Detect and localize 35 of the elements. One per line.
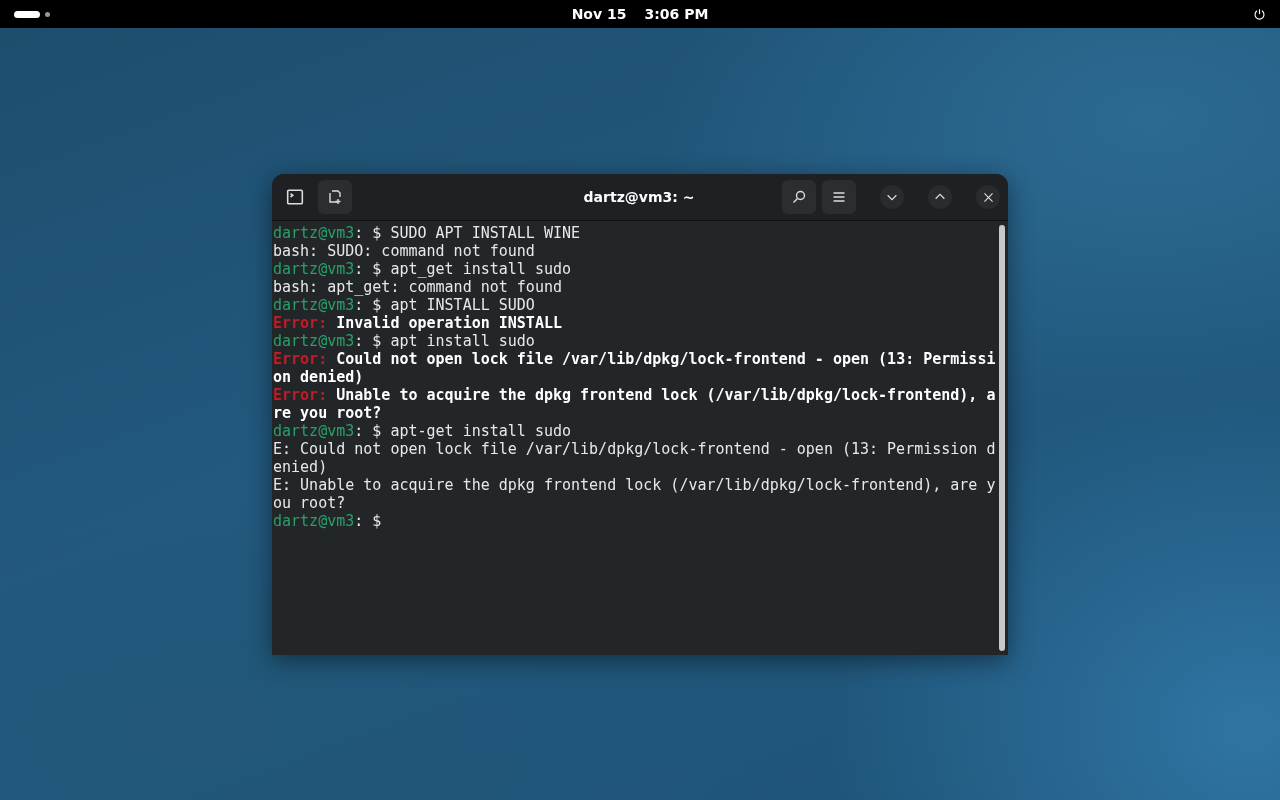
date-text[interactable]: Nov 15 — [571, 6, 627, 22]
terminal-icon — [286, 188, 304, 206]
time-text[interactable]: 3:06 PM — [644, 6, 709, 22]
terminal-line: bash: apt_get: command not found — [273, 278, 563, 296]
terminal-line: dartz@vm3: $ apt-get install sudo — [273, 422, 573, 440]
terminal-line: E: Could not open lock file /var/lib/dpkg/lock-frontend - open (13: Permission d — [273, 440, 996, 458]
new-tab-button[interactable] — [318, 180, 352, 214]
terminal-line: enied) — [273, 458, 329, 476]
terminal-line: E: Unable to acquire the dpkg frontend lock (/var/lib/dpkg/lock-frontend), are y — [273, 476, 996, 494]
terminal-line: ou root? — [273, 494, 347, 512]
workspace-dot-icon[interactable] — [45, 11, 50, 17]
search-button[interactable] — [782, 180, 816, 214]
terminal-line: dartz@vm3: $ — [273, 512, 383, 530]
terminal-line: Error: Unable to acquire the dpkg frontend lock (/var/lib/dpkg/lock-frontend), a — [273, 386, 996, 404]
terminal-line: on denied) — [273, 368, 365, 386]
maximize-button[interactable] — [928, 185, 952, 209]
menu-button[interactable] — [822, 180, 856, 214]
power-icon — [1253, 7, 1266, 21]
terminal-line: Error: Could not open lock file /var/lib/dpkg/lock-frontend - open (13: Permissi — [273, 350, 996, 368]
new-tab-icon — [327, 189, 343, 205]
minimize-button[interactable] — [880, 185, 904, 209]
menu-icon — [831, 189, 847, 205]
terminal-line: Error: Invalid operation INSTALL — [273, 314, 563, 332]
search-icon — [791, 189, 807, 205]
workspace-indicator-icon[interactable] — [14, 10, 40, 18]
window-title: dartz@vm3: ~ — [583, 189, 695, 205]
terminal-line: bash: SUDO: command not found — [273, 242, 536, 260]
terminal-line: dartz@vm3: $ apt_get install sudo — [273, 260, 573, 278]
terminal-line: dartz@vm3: $ apt install sudo — [273, 332, 536, 350]
terminal-line: dartz@vm3: $ SUDO APT INSTALL WINE — [273, 224, 582, 242]
close-button[interactable] — [976, 185, 1000, 209]
terminal-line: re you root? — [273, 404, 383, 422]
close-icon — [981, 190, 995, 204]
terminal-line: dartz@vm3: $ apt INSTALL SUDO — [273, 296, 536, 314]
scrollbar-thumb[interactable] — [999, 225, 1005, 651]
